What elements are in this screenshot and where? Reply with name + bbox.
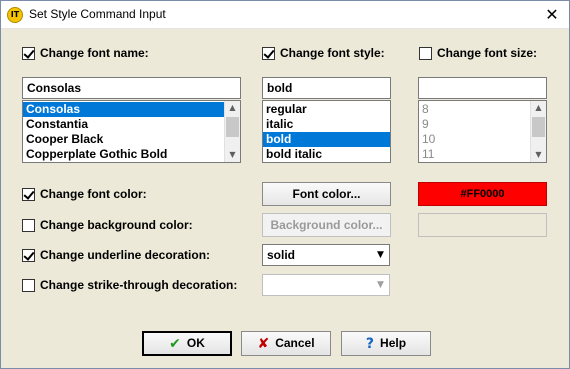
cancel-button-label: Cancel <box>275 336 315 350</box>
list-item[interactable]: italic <box>263 117 390 132</box>
underline-select-value: solid <box>267 248 296 262</box>
font-name-input[interactable]: Consolas <box>22 77 241 99</box>
font-color-button[interactable]: Font color... <box>262 182 391 206</box>
list-item[interactable]: regular <box>263 102 390 117</box>
font-style-label: Change font style: <box>280 46 385 60</box>
window-title: Set Style Command Input <box>29 7 166 21</box>
scroll-thumb[interactable] <box>226 117 239 137</box>
list-item[interactable]: 9 <box>419 117 531 132</box>
app-icon: IT <box>7 7 23 23</box>
x-icon: ✘ <box>257 336 270 352</box>
list-item[interactable]: Constantia <box>23 117 225 132</box>
list-item[interactable]: 11 <box>419 147 531 162</box>
strike-through-select[interactable]: ▼ <box>262 274 390 296</box>
underline-label: Change underline decoration: <box>40 248 211 262</box>
font-name-scrollbar[interactable]: ▲ ▼ <box>224 101 240 162</box>
list-item[interactable]: Consolas <box>23 102 225 117</box>
font-style-list[interactable]: regular italic bold bold italic <box>262 100 391 163</box>
list-item[interactable]: 8 <box>419 102 531 117</box>
help-button-label: Help <box>380 336 407 350</box>
scroll-down-icon[interactable]: ▼ <box>225 148 240 162</box>
close-icon[interactable]: ✕ <box>535 1 569 28</box>
background-color-button[interactable]: Background color... <box>262 213 391 237</box>
font-size-label: Change font size: <box>437 46 538 60</box>
list-item[interactable]: Cooper Black <box>23 132 225 147</box>
font-color-label: Change font color: <box>40 187 147 201</box>
strike-through-checkbox[interactable] <box>22 279 35 292</box>
scroll-up-icon[interactable]: ▲ <box>225 101 240 115</box>
font-size-input[interactable] <box>418 77 547 99</box>
ok-button[interactable]: ✔ OK <box>142 331 232 356</box>
font-style-input[interactable]: bold <box>262 77 391 99</box>
font-name-label: Change font name: <box>40 46 149 60</box>
check-icon: ✔ <box>169 336 181 352</box>
list-item[interactable]: 10 <box>419 132 531 147</box>
list-item[interactable]: Copperplate Gothic Bold <box>23 147 225 162</box>
font-size-scrollbar[interactable]: ▲ ▼ <box>530 101 546 162</box>
question-icon: ? <box>365 336 375 352</box>
font-style-checkbox[interactable] <box>262 47 275 60</box>
background-color-checkbox[interactable] <box>22 219 35 232</box>
scroll-thumb[interactable] <box>532 117 545 137</box>
font-name-list[interactable]: Consolas Constantia Cooper Black Copperp… <box>22 100 241 163</box>
font-color-swatch: #FF0000 <box>418 182 547 206</box>
list-item[interactable]: bold <box>263 132 390 147</box>
font-size-list[interactable]: 8 9 10 11 ▲ ▼ <box>418 100 547 163</box>
background-color-label: Change background color: <box>40 218 193 232</box>
background-color-swatch <box>418 213 547 237</box>
underline-checkbox[interactable] <box>22 249 35 262</box>
ok-button-label: OK <box>186 336 205 350</box>
scroll-up-icon[interactable]: ▲ <box>531 101 546 115</box>
chevron-down-icon[interactable]: ▼ <box>372 275 389 295</box>
font-name-checkbox[interactable] <box>22 47 35 60</box>
strike-through-label: Change strike-through decoration: <box>40 278 238 292</box>
help-button[interactable]: ? Help <box>341 331 431 356</box>
title-bar: IT Set Style Command Input ✕ <box>1 1 569 29</box>
scroll-down-icon[interactable]: ▼ <box>531 148 546 162</box>
chevron-down-icon[interactable]: ▼ <box>372 245 389 265</box>
list-item[interactable]: bold italic <box>263 147 390 162</box>
dialog-window: IT Set Style Command Input ✕ Change font… <box>0 0 570 369</box>
cancel-button[interactable]: ✘ Cancel <box>241 331 331 356</box>
font-size-checkbox[interactable] <box>419 47 432 60</box>
font-color-checkbox[interactable] <box>22 188 35 201</box>
underline-select[interactable]: solid ▼ <box>262 244 390 266</box>
